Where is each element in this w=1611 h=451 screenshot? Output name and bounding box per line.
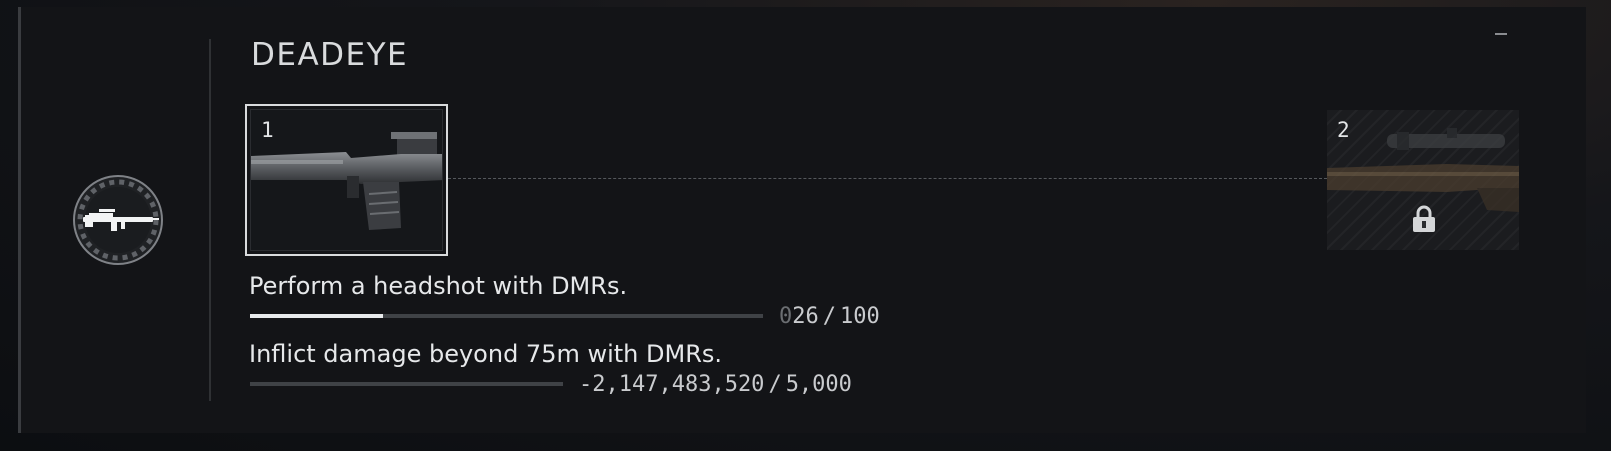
tier-connector-line: [448, 178, 1327, 179]
counter-leading-zero: 0: [779, 304, 793, 329]
dmr-rifle-image: [251, 132, 442, 230]
counter-separator: /: [768, 372, 782, 397]
minimize-icon[interactable]: [1495, 33, 1507, 35]
challenge-description: Inflict damage beyond 75m with DMRs.: [249, 340, 723, 368]
mastery-panel: DEADEYE 1 2 Perform a headshot with DMRs…: [18, 7, 1586, 433]
counter-target: 5,000: [785, 372, 852, 397]
counter-separator: /: [822, 304, 836, 329]
tier-1-card[interactable]: 1: [245, 104, 448, 256]
counter-current: -2,147,483,520: [579, 372, 765, 397]
lock-icon: [1413, 205, 1435, 232]
challenge-progress-bar: [250, 382, 563, 386]
challenge-description: Perform a headshot with DMRs.: [249, 272, 628, 300]
counter-target: 100: [840, 304, 880, 329]
tier-2-card-locked[interactable]: 2: [1327, 110, 1519, 250]
challenge-progress-fill: [250, 314, 384, 318]
rifle-badge-icon: [71, 173, 165, 267]
challenge-progress-counter: 026/100: [779, 304, 880, 329]
counter-current: 26: [792, 304, 819, 329]
challenge-progress-bar: [250, 314, 763, 318]
mastery-title: DEADEYE: [251, 37, 409, 73]
vertical-divider: [209, 39, 211, 401]
challenge-progress-counter: -2,147,483,520/5,000: [579, 372, 852, 397]
